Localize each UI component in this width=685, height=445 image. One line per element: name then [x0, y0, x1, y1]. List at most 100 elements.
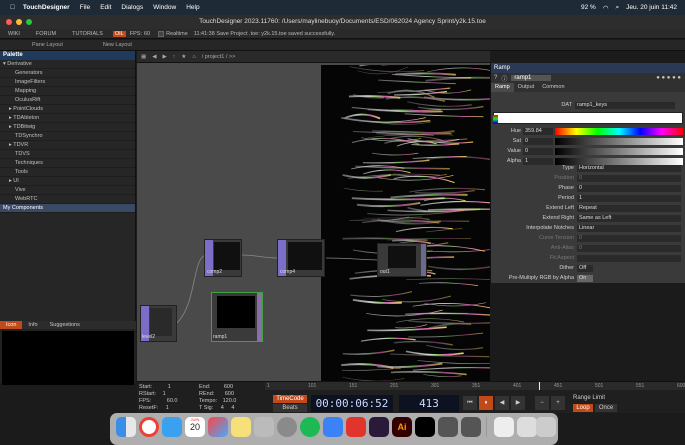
param-value[interactable]: ramp1_keys	[575, 102, 675, 109]
param-value[interactable]: 0	[577, 175, 681, 182]
apple-icon[interactable]: 	[10, 4, 15, 11]
palette-item[interactable]: OculusRift	[0, 96, 135, 105]
frame-display[interactable]: 413	[399, 395, 459, 412]
tsig-num[interactable]: 4	[221, 405, 224, 411]
back-icon[interactable]: ◀	[152, 54, 156, 60]
palette-item[interactable]: ▸ TDVR	[0, 141, 135, 150]
param-value[interactable]	[577, 255, 681, 262]
param-value[interactable]: On	[577, 275, 593, 282]
node-name-field[interactable]: ramp1	[511, 75, 552, 81]
finder-icon[interactable]	[116, 417, 136, 437]
palette-item[interactable]: WebRTC	[0, 195, 135, 204]
slider-gradient[interactable]	[555, 138, 683, 145]
plus-icon[interactable]: +	[551, 396, 565, 410]
new-layout-button[interactable]: New Layout	[103, 42, 132, 48]
menu-dialogs[interactable]: Dialogs	[121, 4, 143, 11]
tab-info[interactable]: Info	[22, 321, 43, 329]
minus-icon[interactable]: −	[535, 396, 549, 410]
flag-icons[interactable]: ● ● ● ● ●	[656, 75, 681, 81]
loop-button[interactable]: Loop	[573, 404, 593, 412]
end-value[interactable]: 600	[224, 384, 233, 390]
node-level2[interactable]: level2	[140, 305, 177, 342]
node-ramp1[interactable]: ramp1	[211, 292, 263, 342]
ramp-preview[interactable]	[493, 112, 683, 124]
chrome-icon[interactable]	[139, 417, 159, 437]
param-value[interactable]: Horizontal	[577, 165, 681, 172]
palette-item[interactable]: ▸ UI	[0, 177, 135, 186]
menu-edit[interactable]: Edit	[100, 4, 111, 11]
param-value[interactable]: 359.84	[523, 128, 553, 135]
palette-item[interactable]: Techniques	[0, 159, 135, 168]
palette-item[interactable]: ▾ Derivative	[0, 60, 135, 69]
start-value[interactable]: 1	[168, 384, 171, 390]
tab-suggestions[interactable]: Suggestions	[44, 321, 86, 329]
photos-icon[interactable]	[208, 417, 228, 437]
premiere-icon[interactable]	[369, 417, 389, 437]
rend-value[interactable]: 600	[225, 391, 234, 397]
palette-item[interactable]: ImageFilters	[0, 78, 135, 87]
menu-window[interactable]: Window	[153, 4, 176, 11]
slider-gradient[interactable]	[555, 128, 683, 135]
param-value[interactable]: Linear	[577, 225, 681, 232]
tab-output[interactable]: Output	[514, 83, 539, 92]
param-value[interactable]: 1	[577, 195, 681, 202]
mail-icon[interactable]	[162, 417, 182, 437]
forum-link[interactable]: FORUM	[36, 31, 56, 37]
tab-ramp[interactable]: Ramp	[491, 83, 514, 92]
realtime-checkbox[interactable]	[158, 30, 165, 37]
up-icon[interactable]: ↑	[173, 54, 176, 60]
palette-item[interactable]: ▸ TDAbleton	[0, 114, 135, 123]
word-icon[interactable]	[323, 417, 343, 437]
param-value[interactable]: Same as Left	[577, 215, 681, 222]
wiki-link[interactable]: WIKI	[8, 31, 20, 37]
rstart-value[interactable]: 1	[163, 391, 166, 397]
param-value[interactable]: 0	[523, 138, 553, 145]
palette-item[interactable]: My Components	[0, 204, 135, 213]
pause-icon[interactable]: ⏸	[479, 396, 493, 410]
touchdesigner-icon[interactable]	[438, 417, 458, 437]
acrobat-icon[interactable]	[346, 417, 366, 437]
tab-common[interactable]: Common	[538, 83, 568, 92]
palette-item[interactable]: Tools	[0, 168, 135, 177]
downloads-icon[interactable]	[517, 417, 537, 437]
palette-item[interactable]: Generators	[0, 69, 135, 78]
oil-button[interactable]: OIL	[112, 30, 126, 37]
illustrator-icon[interactable]: Ai	[392, 417, 412, 437]
step-forward-icon[interactable]: ▶	[511, 396, 525, 410]
fps-value-bottom[interactable]: 60.0	[167, 398, 178, 404]
trash-icon[interactable]	[536, 417, 556, 437]
node-out1[interactable]: out1	[377, 243, 427, 277]
param-value[interactable]: 0	[577, 245, 681, 252]
app-menu[interactable]: TouchDesigner	[23, 4, 70, 11]
tab-icon[interactable]: Icon	[0, 321, 23, 329]
node-comp4[interactable]: comp4	[277, 239, 325, 277]
tsig-den[interactable]: 4	[231, 405, 234, 411]
figma-icon[interactable]	[415, 417, 435, 437]
forward-icon[interactable]: ▶	[162, 54, 166, 60]
minimize-window-button[interactable]	[16, 19, 22, 25]
menu-help[interactable]: Help	[186, 4, 199, 11]
document-icon[interactable]	[494, 417, 514, 437]
close-window-button[interactable]	[6, 19, 12, 25]
once-button[interactable]: Once	[595, 404, 617, 412]
calendar-icon[interactable]: JUIN 20	[185, 417, 205, 437]
param-value[interactable]: 0	[577, 185, 681, 192]
resetf-value[interactable]: 1	[166, 405, 169, 411]
rewind-icon[interactable]: ⏮	[463, 396, 477, 410]
reminders-icon[interactable]	[254, 417, 274, 437]
slider-gradient[interactable]	[555, 148, 683, 155]
palette-item[interactable]: Vive	[0, 186, 135, 195]
help-icon[interactable]: ?	[494, 75, 497, 81]
palette-item[interactable]: ▸ TDBitwig	[0, 123, 135, 132]
ramp-swatch[interactable]	[493, 115, 498, 123]
tutorials-link[interactable]: TUTORIALS	[72, 31, 103, 37]
notes-icon[interactable]	[231, 417, 251, 437]
settings-icon[interactable]	[277, 417, 297, 437]
beats-toggle[interactable]: Beats	[273, 404, 307, 412]
info-icon[interactable]: ⓘ	[501, 74, 507, 83]
step-back-icon[interactable]: ◀	[495, 396, 509, 410]
zoom-window-button[interactable]	[26, 19, 32, 25]
palette-item[interactable]: ▸ PointClouds	[0, 105, 135, 114]
param-value[interactable]: 0	[523, 148, 553, 155]
palette-item[interactable]: TDSynchro	[0, 132, 135, 141]
